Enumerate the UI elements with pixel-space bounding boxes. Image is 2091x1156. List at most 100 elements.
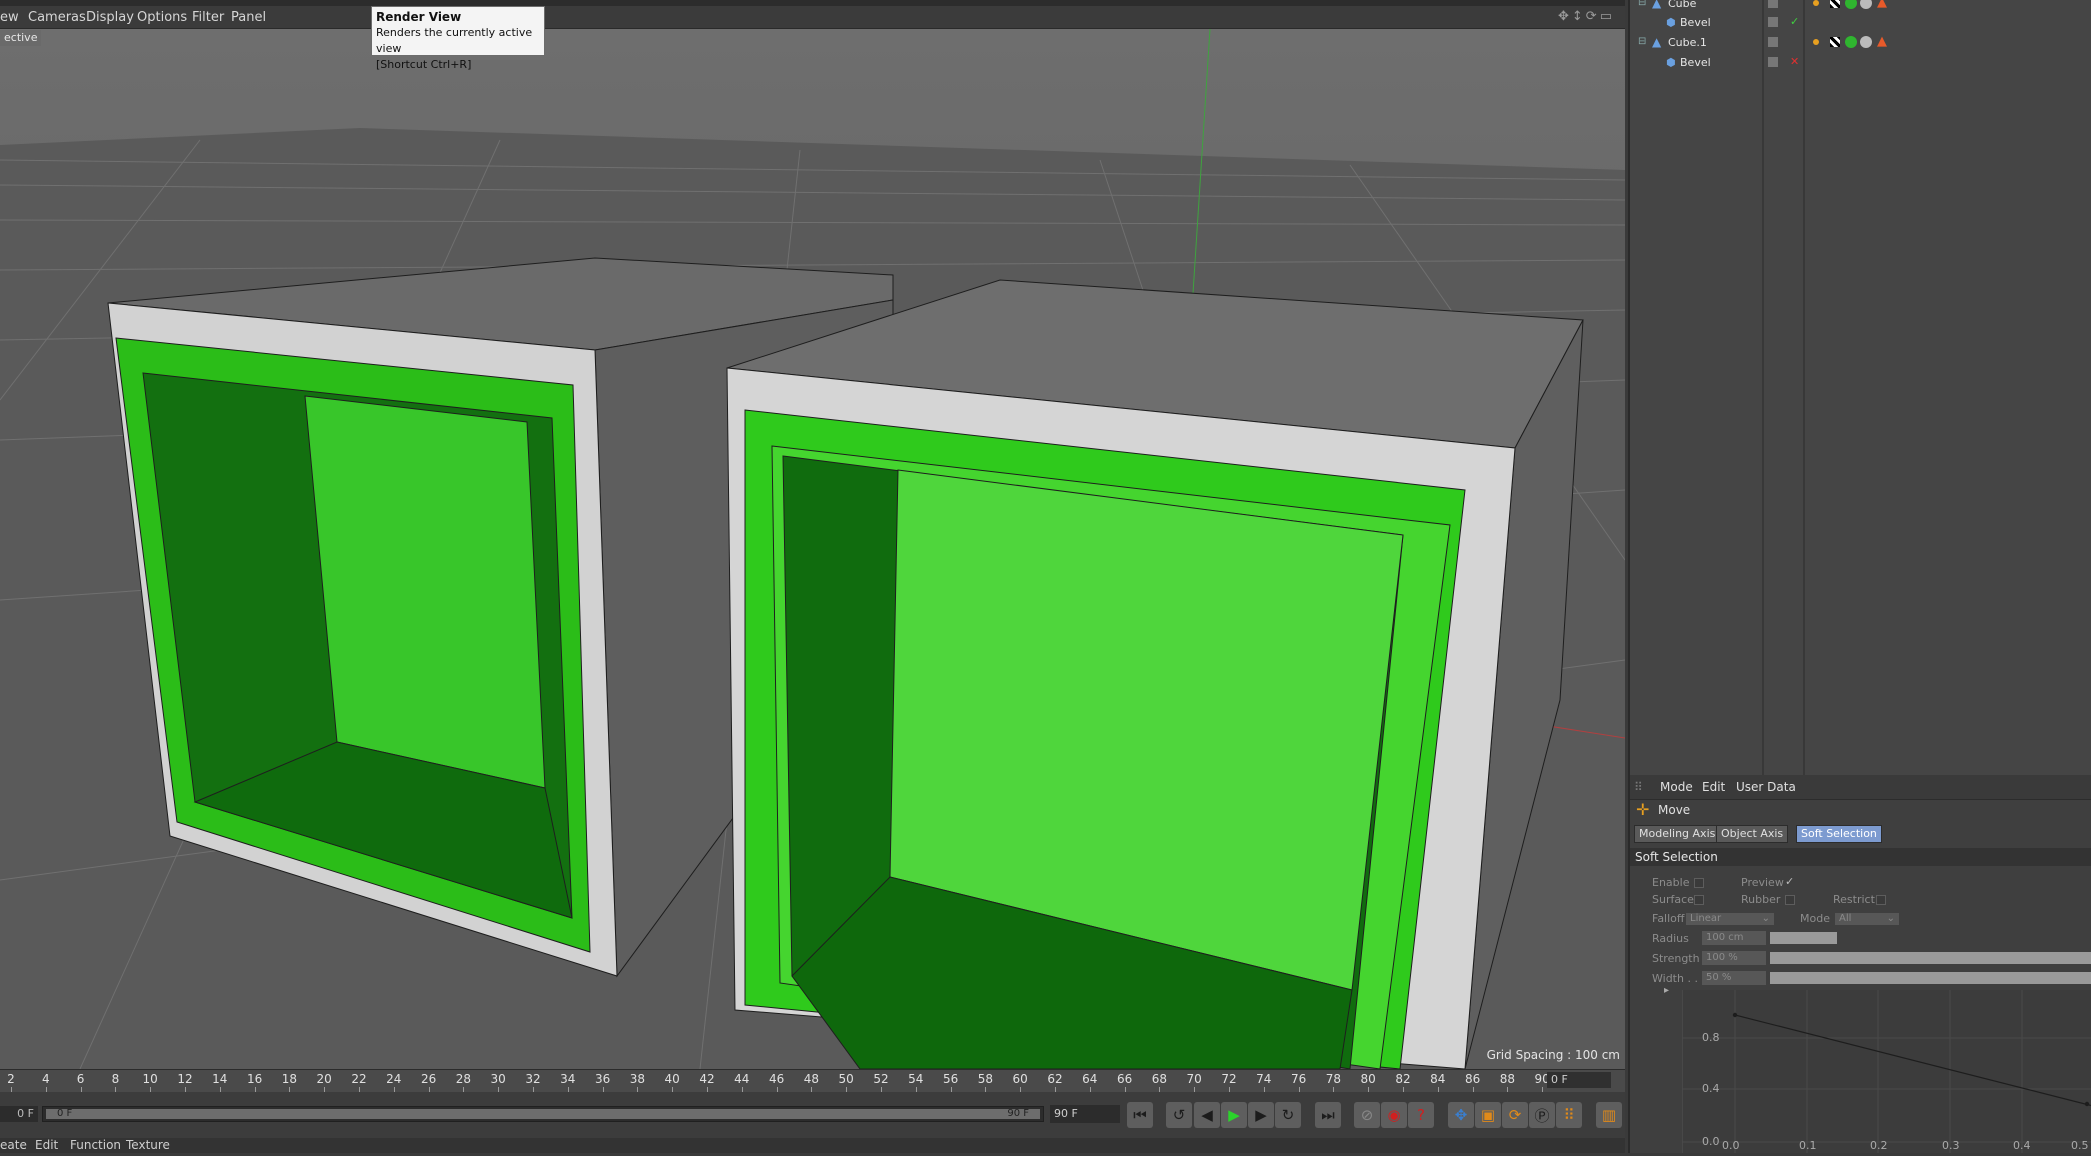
disabled-x-icon[interactable]: ✕ xyxy=(1790,55,1799,68)
collapse-icon[interactable]: ⊟ xyxy=(1638,0,1646,8)
chevron-down-icon: ⌄ xyxy=(1761,913,1770,924)
timeline-ruler[interactable]: 2 4 6 8 10 12 14 16 18 20 22 24 26 28 30 32 34 36 38 40 42 44… xyxy=(0,1069,1625,1092)
play-icon[interactable]: ▶ xyxy=(1221,1102,1247,1128)
enable-label: Enable xyxy=(1652,876,1690,889)
object-row-cube-1[interactable]: ⊟ ▲ Cube.1 ▲ xyxy=(1630,33,2091,53)
menu-display[interactable]: Display xyxy=(86,10,134,25)
rubber-checkbox[interactable] xyxy=(1785,895,1795,905)
editor-visibility-icon[interactable] xyxy=(1768,17,1778,27)
rotate-view-icon[interactable]: ⟳ xyxy=(1586,9,1600,24)
start-frame-field[interactable]: 0 F xyxy=(0,1106,38,1122)
menu-filter[interactable]: Filter xyxy=(192,10,224,25)
tab-object-axis[interactable]: Object Axis xyxy=(1716,825,1789,843)
mode-dropdown[interactable]: All ⌄ xyxy=(1835,913,1899,925)
editor-visibility-icon[interactable] xyxy=(1768,0,1778,8)
graph-expand-icon[interactable]: ▸ xyxy=(1664,985,1669,996)
move-view-icon[interactable]: ✥ xyxy=(1558,9,1572,24)
maximize-view-icon[interactable]: ▭ xyxy=(1600,9,1615,24)
menu-edit[interactable]: Edit xyxy=(1702,780,1725,794)
timeline-tick-label: 20 xyxy=(316,1072,332,1086)
end-frame-field[interactable]: 90 F xyxy=(1050,1105,1120,1123)
falloff-dropdown[interactable]: Linear ⌄ xyxy=(1686,913,1774,925)
record-keys-icon[interactable]: ⊘ xyxy=(1354,1102,1380,1128)
zoom-view-icon[interactable]: ↕ xyxy=(1572,9,1586,24)
width-slider[interactable] xyxy=(1770,972,2091,984)
material-green-icon[interactable] xyxy=(1845,0,1857,9)
tab-modeling-axis[interactable]: Modeling Axis xyxy=(1634,825,1721,843)
3d-viewport[interactable] xyxy=(0,29,1625,1069)
object-row-bevel[interactable]: ⬢ Bevel ✓ xyxy=(1630,13,2091,33)
falloff-graph[interactable]: 0.8 0.4 0.0 0.0 0.1 0.2 0.3 0.4 0.5 xyxy=(1681,990,2091,1153)
menu-create[interactable]: eate xyxy=(0,1138,27,1152)
go-to-start-icon[interactable]: ⏮ xyxy=(1127,1102,1153,1128)
strength-field[interactable]: 100 % xyxy=(1702,951,1766,965)
width-label: Width . . xyxy=(1652,972,1698,985)
menu-panel[interactable]: Panel xyxy=(231,10,266,25)
editor-visibility-icon[interactable] xyxy=(1768,37,1778,47)
autokey-icon[interactable]: ◉ xyxy=(1381,1102,1407,1128)
phong-tag-icon[interactable] xyxy=(1813,39,1819,45)
go-to-end-icon[interactable]: ⏭ xyxy=(1315,1102,1341,1128)
menu-view[interactable]: ew xyxy=(0,10,19,25)
next-key-icon[interactable]: ↻ xyxy=(1275,1102,1301,1128)
grip-icon[interactable]: ⠿ xyxy=(1634,780,1643,794)
tooltip-shortcut: [Shortcut Ctrl+R] xyxy=(376,58,472,71)
width-field[interactable]: 50 % xyxy=(1702,971,1766,985)
attribute-menubar: ⠿ Mode Edit User Data xyxy=(1630,775,2091,800)
key-rotation-icon[interactable]: ⟳ xyxy=(1502,1102,1528,1128)
previous-frame-icon[interactable]: ◀ xyxy=(1194,1102,1220,1128)
timeline-tick-label: 88 xyxy=(1499,1072,1516,1086)
material-grey-icon[interactable] xyxy=(1860,0,1872,9)
editor-visibility-icon[interactable] xyxy=(1768,57,1778,67)
enabled-check-icon[interactable]: ✓ xyxy=(1790,15,1799,28)
object-name[interactable]: Bevel xyxy=(1680,56,1711,69)
polygon-object-icon: ▲ xyxy=(1652,35,1662,49)
object-row-cube[interactable]: ⊟ ▲ Cube ▲ xyxy=(1630,0,2091,14)
key-parameter-icon[interactable]: Ⓟ xyxy=(1529,1102,1555,1128)
collapse-icon[interactable]: ⊟ xyxy=(1638,36,1646,47)
menu-cameras[interactable]: Cameras xyxy=(28,10,86,25)
preview-checkbox[interactable]: ✓ xyxy=(1785,875,1794,888)
selection-tag-icon[interactable]: ▲ xyxy=(1877,34,1887,49)
object-row-bevel-1[interactable]: ⬢ Bevel ✕ xyxy=(1630,53,2091,73)
menu-options[interactable]: Options xyxy=(137,10,187,25)
key-position-icon[interactable]: ✥ xyxy=(1448,1102,1474,1128)
key-help-icon[interactable]: ? xyxy=(1408,1102,1434,1128)
restrict-checkbox[interactable] xyxy=(1876,895,1886,905)
surface-checkbox[interactable] xyxy=(1694,895,1704,905)
menu-function[interactable]: Function xyxy=(70,1138,121,1152)
material-green-icon[interactable] xyxy=(1845,36,1857,48)
menu-edit[interactable]: Edit xyxy=(35,1138,58,1152)
menu-mode[interactable]: Mode xyxy=(1660,780,1693,794)
material-grey-icon[interactable] xyxy=(1860,36,1872,48)
radius-field[interactable]: 100 cm xyxy=(1702,931,1766,945)
viewport-nav-icons[interactable]: ✥↕⟳▭ xyxy=(1558,9,1615,24)
uvw-tag-icon[interactable] xyxy=(1830,37,1840,47)
active-tool-row: ✛ Move xyxy=(1630,800,2091,820)
current-frame-field[interactable]: 0 F xyxy=(1547,1072,1611,1088)
timeline-tick-label: 48 xyxy=(803,1072,820,1086)
object-name[interactable]: Bevel xyxy=(1680,16,1711,29)
key-points-icon[interactable]: ⠿ xyxy=(1556,1102,1582,1128)
tab-soft-selection[interactable]: Soft Selection xyxy=(1796,825,1882,843)
phong-tag-icon[interactable] xyxy=(1813,0,1819,6)
key-sequence-icon[interactable]: ▥ xyxy=(1596,1102,1622,1128)
key-scale-icon[interactable]: ▣ xyxy=(1475,1102,1501,1128)
uvw-tag-icon[interactable] xyxy=(1830,0,1840,8)
selection-tag-icon[interactable]: ▲ xyxy=(1877,0,1887,10)
menu-texture[interactable]: Texture xyxy=(126,1138,170,1152)
object-name[interactable]: Cube.1 xyxy=(1668,36,1707,49)
timeline-tick-label: 58 xyxy=(977,1072,994,1086)
falloff-value: Linear xyxy=(1690,913,1722,924)
timeline-tick-label: 4 xyxy=(41,1072,50,1086)
next-frame-icon[interactable]: ▶ xyxy=(1248,1102,1274,1128)
object-name[interactable]: Cube xyxy=(1668,0,1696,10)
previous-key-icon[interactable]: ↺ xyxy=(1166,1102,1192,1128)
radius-slider[interactable] xyxy=(1770,932,1837,944)
strength-label: Strength xyxy=(1652,952,1700,965)
strength-slider[interactable] xyxy=(1770,952,2091,964)
timeline-tick-label: 70 xyxy=(1186,1072,1202,1086)
preview-range-slider[interactable]: 0 F 90 F xyxy=(42,1106,1044,1122)
enable-checkbox[interactable] xyxy=(1694,878,1704,888)
menu-user-data[interactable]: User Data xyxy=(1736,780,1796,794)
